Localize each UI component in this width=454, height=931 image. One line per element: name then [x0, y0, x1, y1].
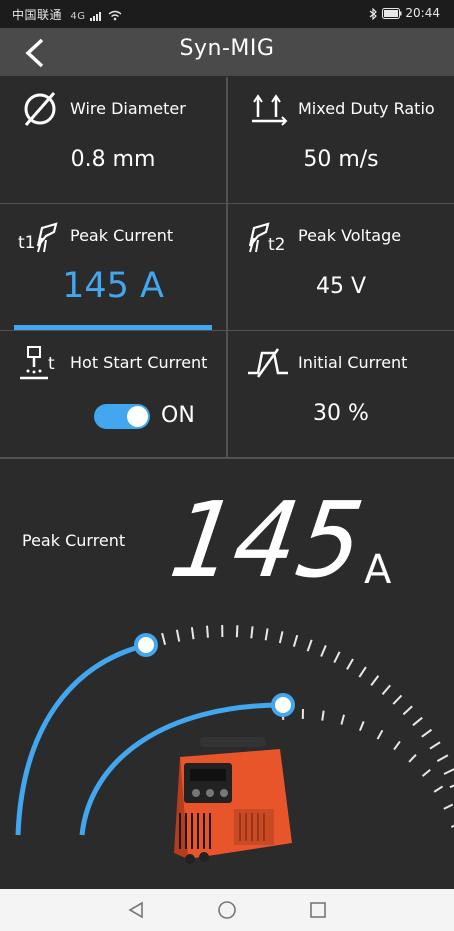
- gauge-tick: [392, 694, 403, 705]
- selected-indicator: [14, 325, 212, 330]
- home-icon[interactable]: [217, 900, 237, 920]
- status-bar: 中国联通 4G 20:44: [0, 0, 454, 28]
- battery-icon: [381, 8, 402, 19]
- page-title: Syn-MIG: [179, 36, 275, 61]
- toggle-state: ON: [161, 403, 195, 428]
- gauge-tick: [429, 741, 441, 750]
- inner-knob[interactable]: [271, 693, 295, 717]
- outer-arc-fill: [15, 642, 147, 836]
- gauge-tick: [421, 768, 431, 777]
- hot-start-toggle[interactable]: [94, 404, 150, 429]
- setting-value: 0.8 mm: [70, 147, 156, 172]
- gauge-tick: [443, 803, 454, 810]
- setting-label: Peak Current: [70, 226, 174, 245]
- inner-ticks: [281, 709, 454, 828]
- app-header: Syn-MIG: [0, 28, 454, 76]
- gauge-tick: [161, 632, 167, 646]
- diameter-icon: [24, 92, 56, 126]
- duty-ratio-icon: [252, 94, 288, 126]
- gauge-tick: [436, 754, 449, 763]
- wire-diameter-card[interactable]: Wire Diameter 0.8 mm: [0, 77, 226, 203]
- wifi-icon: [108, 10, 122, 21]
- gauge-tick: [206, 625, 209, 638]
- toggle-knob: [127, 406, 148, 427]
- gauge-tick: [412, 716, 423, 727]
- svg-text:t1: t1: [18, 233, 35, 253]
- welder-machine-image: [174, 737, 292, 864]
- gauge-tick: [443, 768, 454, 775]
- hot-start-current-card[interactable]: t Hot Start Current ON: [0, 331, 226, 457]
- setting-value: 145 A: [62, 266, 164, 306]
- peak-voltage-card[interactable]: t2 Peak Voltage 45 V: [228, 204, 454, 330]
- carrier-name: 中国联通 4G: [12, 6, 122, 23]
- hot-start-icon: t: [20, 346, 55, 380]
- peak-voltage-icon: t2: [248, 222, 285, 254]
- gauge-tick: [321, 710, 325, 721]
- setting-value: 30 %: [313, 401, 369, 426]
- setting-label: Mixed Duty Ratio: [298, 99, 435, 118]
- setting-value: 45 V: [315, 274, 367, 299]
- current-display: Peak Current 145 A: [0, 459, 454, 889]
- gauge-tick: [250, 626, 254, 639]
- system-nav-bar: [0, 889, 454, 931]
- gauge-tick: [190, 627, 195, 640]
- gauge-tick: [333, 651, 341, 664]
- gauge-tick: [358, 666, 367, 678]
- setting-label: Peak Voltage: [298, 226, 402, 245]
- gauge-tick: [421, 728, 433, 738]
- gauge-tick: [402, 705, 413, 716]
- gauge-tick: [370, 675, 380, 686]
- dial-gauge: [15, 625, 454, 864]
- gauge-tick: [449, 784, 454, 789]
- setting-label: Wire Diameter: [70, 99, 186, 118]
- signal-icon: [89, 12, 101, 21]
- setting-label: Hot Start Current: [70, 353, 208, 372]
- initial-current-icon: [248, 348, 288, 378]
- carrier-label: 中国联通: [12, 8, 63, 22]
- outer-knob[interactable]: [134, 633, 158, 657]
- setting-label: Initial Current: [298, 353, 408, 372]
- gauge-tick: [359, 721, 365, 732]
- gauge-tick: [264, 628, 269, 641]
- svg-text:t2: t2: [268, 235, 285, 254]
- status-right: 20:44: [368, 6, 440, 20]
- clock: 20:44: [405, 6, 440, 20]
- gauge-tick: [340, 714, 345, 725]
- gauge-tick: [376, 729, 384, 740]
- gauge-tick: [408, 753, 417, 763]
- gauge-tick: [381, 684, 391, 696]
- peak-current-card[interactable]: t1 Peak Current 145 A: [0, 204, 226, 330]
- gauge-tick: [320, 645, 327, 657]
- setting-value: 50 m/s: [303, 147, 379, 172]
- recents-icon[interactable]: [308, 900, 328, 920]
- nav-back-icon[interactable]: [126, 900, 146, 920]
- gauge-tick: [306, 639, 313, 652]
- gauge-tick: [292, 634, 299, 647]
- peak-current-icon: t1: [18, 222, 58, 253]
- network-type: 4G: [70, 11, 86, 22]
- gauge-tick: [433, 785, 444, 793]
- svg-text:t: t: [48, 354, 55, 374]
- bluetooth-icon: [369, 7, 377, 20]
- mixed-duty-ratio-card[interactable]: Mixed Duty Ratio 50 m/s: [228, 77, 454, 203]
- gauge-tick: [278, 631, 284, 644]
- gauge-tick: [393, 740, 401, 751]
- gauge-tick: [235, 625, 239, 638]
- initial-current-card[interactable]: Initial Current 30 %: [228, 331, 454, 457]
- gauge-tick: [346, 658, 354, 670]
- gauge-tick: [175, 629, 181, 642]
